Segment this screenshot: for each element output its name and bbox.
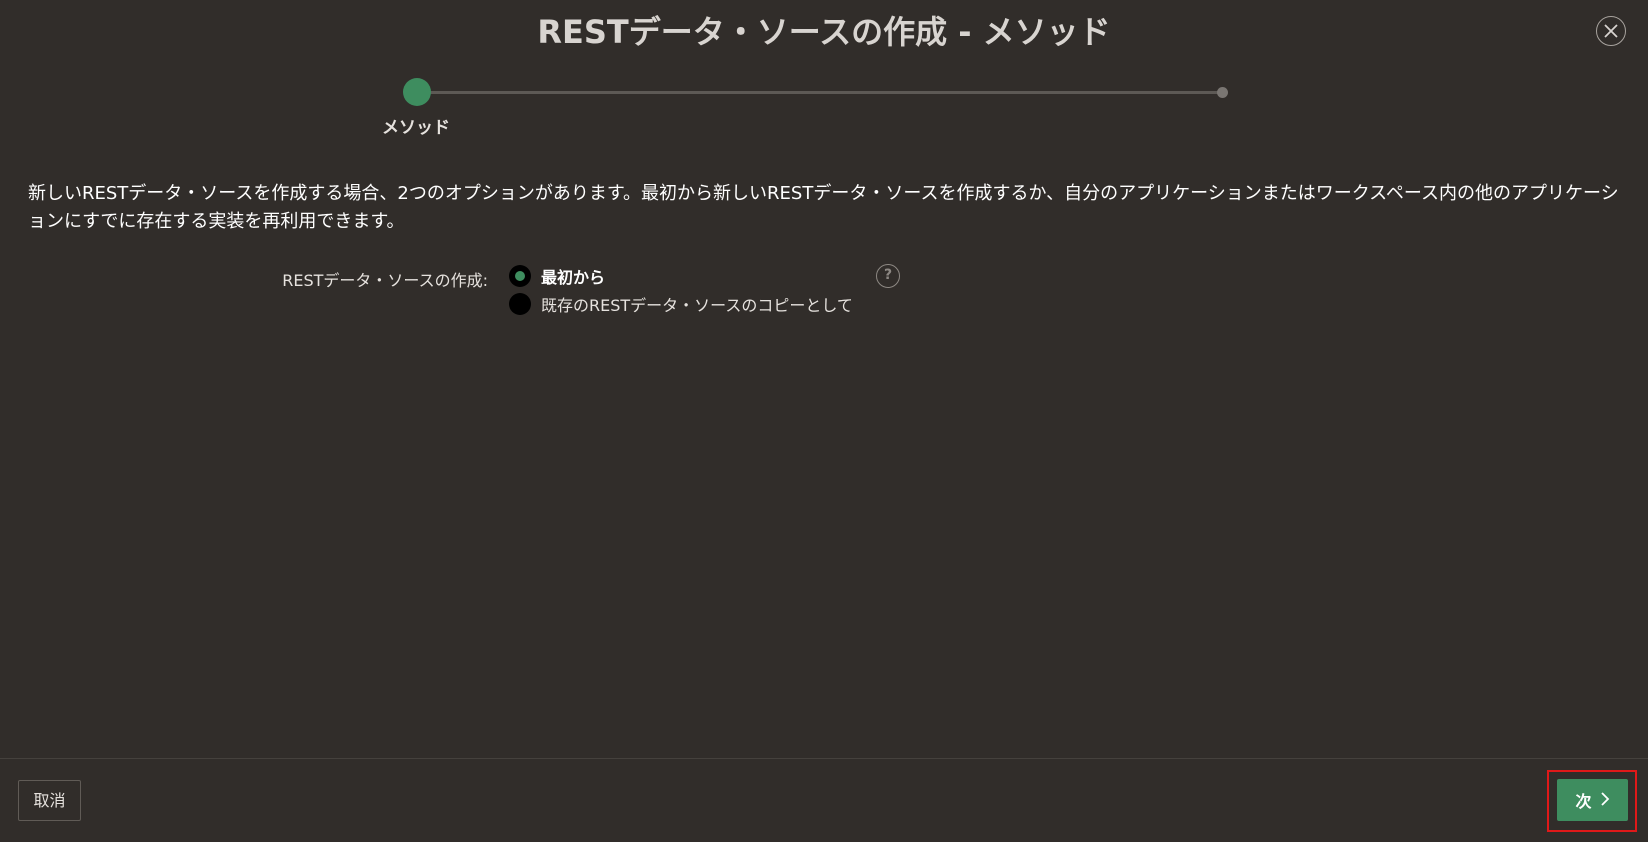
progress-current-step-marker [403,78,431,106]
create-method-label: RESTデータ・ソースの作成: [282,271,488,290]
radio-option-copy-existing[interactable]: 既存のRESTデータ・ソースのコピーとして [509,292,853,316]
dialog-footer: 取消 次 [0,758,1648,842]
next-button-label: 次 [1575,792,1592,811]
radio-option-from-scratch[interactable]: 最初から [509,264,605,288]
progress-step-label: メソッド [382,118,450,138]
help-icon[interactable]: ? [876,264,900,288]
dialog-title: RESTデータ・ソースの作成 - メソッド [537,13,1111,51]
progress-track [417,91,1227,94]
chevron-right-icon [1600,791,1610,810]
dialog: RESTデータ・ソースの作成 - メソッド メソッド 新しいRESTデータ・ソー… [0,0,1648,842]
radio-button-unchecked[interactable] [509,293,531,315]
next-button[interactable]: 次 [1557,779,1628,821]
radio-label-copy-existing: 既存のRESTデータ・ソースのコピーとして [541,296,853,315]
progress-final-step-marker [1217,87,1228,98]
wizard-progress [403,78,1228,108]
close-icon [1604,24,1618,38]
description-text: 新しいRESTデータ・ソースを作成する場合、2つのオプションがあります。最初から… [28,183,1619,232]
close-button[interactable] [1596,16,1626,46]
radio-button-checked[interactable] [509,265,531,287]
cancel-button[interactable]: 取消 [18,780,81,821]
radio-label-from-scratch: 最初から [541,268,606,287]
